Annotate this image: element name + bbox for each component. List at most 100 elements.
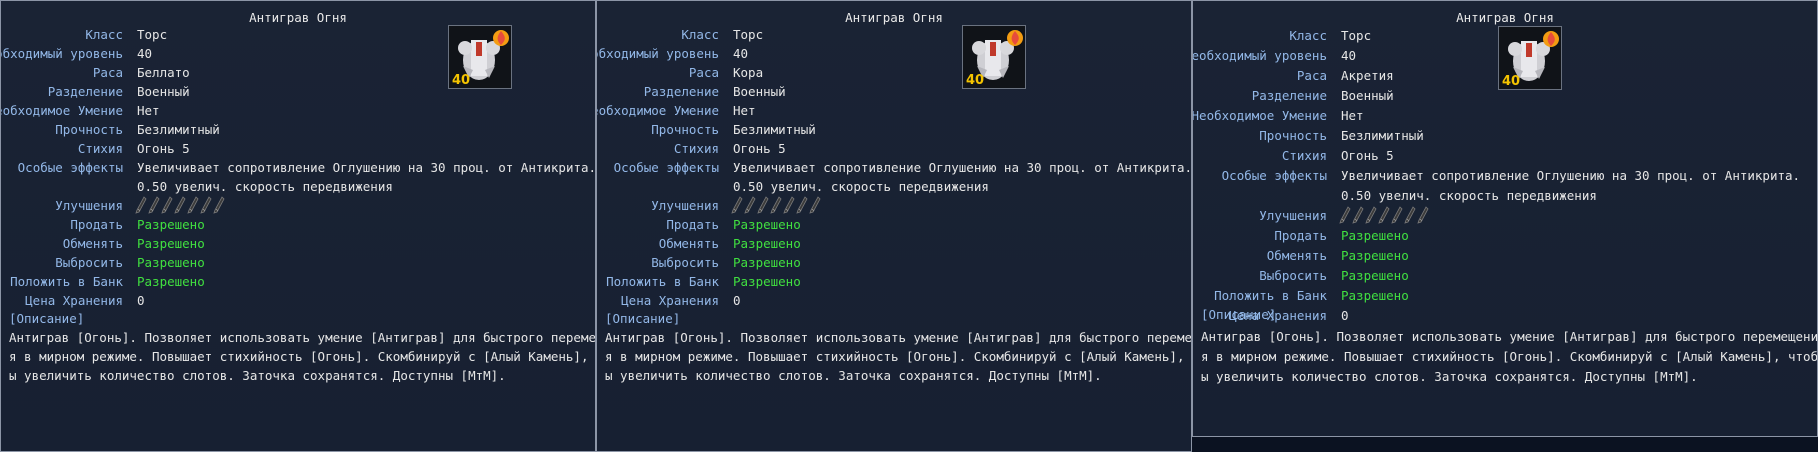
stat-row-special-effects-cont: 0.50 увелич. скорость передвижения [1,177,595,196]
stat-row-special-effects: Особые эффекты Увеличивает сопротивление … [1193,166,1817,186]
empty-upgrade-slot-icon [1365,206,1377,224]
upgrade-slots [1339,206,1429,224]
race-value: Кора [733,65,764,80]
stat-row-bank: Положить в Банк Разрешено [1,272,595,291]
empty-upgrade-slot-icon [187,196,199,214]
stat-row-element: Стихия Огонь 5 [1,139,595,158]
trade-value: Разрешено [1341,248,1409,263]
required-skill-value: Нет [1341,108,1364,123]
empty-upgrade-slot-icon [796,196,808,214]
description-header: [Описание] [605,311,681,326]
bank-value: Разрешено [137,274,205,289]
special-effects-label: Особые эффекты [1221,168,1327,183]
item-title: Антиграв Огня [1456,10,1554,25]
required-level-label: Необходимый уровень [1,46,123,61]
durability-label: Прочность [1259,128,1327,143]
item-title: Антиграв Огня [249,10,347,25]
class-value: Торс [733,27,764,42]
durability-value: Безлимитный [1341,128,1424,143]
upgrades-label: Улучшения [55,198,123,213]
stat-row-special-effects-cont: 0.50 увелич. скорость передвижения [1193,186,1817,206]
stat-row-upgrades: Улучшения [597,196,1191,215]
empty-upgrade-slot-icon [809,196,821,214]
sell-value: Разрешено [137,217,205,232]
stat-row-required-level: Необходимый уровень 40 [1193,46,1817,66]
stat-row-division: Разделение Военный [1193,86,1817,106]
required-skill-value: Нет [733,103,756,118]
race-value: Беллато [137,65,190,80]
stat-row-race: Раса Беллато [1,63,595,82]
stat-row-required-skill: Необходимое Умение Нет [1,101,595,120]
description-text: Антиграв [Огонь]. Позволяет использовать… [605,328,1191,385]
item-title: Антиграв Огня [845,10,943,25]
bank-value: Разрешено [1341,288,1409,303]
stat-row-special-effects: Особые эффекты Увеличивает сопротивление … [597,158,1191,177]
durability-value: Безлимитный [733,122,816,137]
empty-upgrade-slot-icon [148,196,160,214]
race-label: Раса [92,65,123,80]
stat-row-division: Разделение Военный [1,82,595,101]
empty-upgrade-slot-icon [744,196,756,214]
empty-upgrade-slot-icon [1404,206,1416,224]
stat-row-trade: Обменять Разрешено [597,234,1191,253]
element-value: Огонь 5 [1341,148,1394,163]
stat-row-sell: Продать Разрешено [597,215,1191,234]
description-text: Антиграв [Огонь]. Позволяет использовать… [1201,327,1818,387]
stat-row-sell: Продать Разрешено [1193,226,1817,246]
upgrade-slots [135,196,225,214]
element-value: Огонь 5 [733,141,786,156]
sell-label: Продать [1274,228,1327,243]
drop-value: Разрешено [137,255,205,270]
division-value: Военный [733,84,786,99]
empty-upgrade-slot-icon [161,196,173,214]
stat-row-class: Класс Торс [1,25,595,44]
tooltip-stage: Антиграв Огня 40 Класс Торс Необходимый ур… [0,0,1818,452]
bank-label: Положить в Банк [10,274,123,289]
element-value: Огонь 5 [137,141,190,156]
stat-row-class: Класс Торс [597,25,1191,44]
stats-list: Класс Торс Необходимый уровень 40 Раса Акрети… [1193,26,1817,326]
special-effects-label: Особые эффекты [613,160,719,175]
trade-label: Обменять [658,236,719,251]
bank-value: Разрешено [733,274,801,289]
trade-value: Разрешено [137,236,205,251]
element-label: Стихия [1281,148,1327,163]
drop-label: Выбросить [55,255,123,270]
required-level-label: Необходимый уровень [1192,48,1327,63]
stat-row-required-level: Необходимый уровень 40 [1,44,595,63]
empty-upgrade-slot-icon [770,196,782,214]
empty-upgrade-slot-icon [1391,206,1403,224]
division-label: Разделение [1251,88,1327,103]
special-effects-cont-value: 0.50 увелич. скорость передвижения [1341,188,1597,203]
required-skill-label: Необходимое Умение [0,103,123,118]
durability-label: Прочность [55,122,123,137]
trade-label: Обменять [1266,248,1327,263]
trade-label: Обменять [62,236,123,251]
stat-row-division: Разделение Военный [597,82,1191,101]
required-level-label: Необходимый уровень [597,46,719,61]
class-label: Класс [1289,28,1327,43]
description-line: Антиграв [Огонь]. Позволяет использовать… [1201,329,1818,344]
stat-row-drop: Выбросить Разрешено [597,253,1191,272]
stat-row-race: Раса Кора [597,63,1191,82]
division-label: Разделение [643,84,719,99]
stat-row-element: Стихия Огонь 5 [597,139,1191,158]
description-line: ы увеличить количество слотов. Заточка с… [1201,369,1698,384]
required-skill-label: Необходимое Умение [596,103,719,118]
stat-row-required-level: Необходимый уровень 40 [597,44,1191,63]
empty-upgrade-slot-icon [135,196,147,214]
special-effects-value: Увеличивает сопротивление Оглушению на 3… [1341,168,1801,183]
description-line: Антиграв [Огонь]. Позволяет использовать… [9,330,596,345]
division-value: Военный [1341,88,1394,103]
empty-upgrade-slot-icon [1378,206,1390,224]
stat-row-storage-price: Цена Хранения 0 [597,291,1191,310]
division-label: Разделение [47,84,123,99]
class-label: Класс [681,27,719,42]
sell-value: Разрешено [733,217,801,232]
upgrades-label: Улучшения [1259,208,1327,223]
stat-row-required-skill: Необходимое Умение Нет [1193,106,1817,126]
required-level-value: 40 [733,46,749,61]
special-effects-cont-value: 0.50 увелич. скорость передвижения [137,179,393,194]
class-label: Класс [85,27,123,42]
division-value: Военный [137,84,190,99]
